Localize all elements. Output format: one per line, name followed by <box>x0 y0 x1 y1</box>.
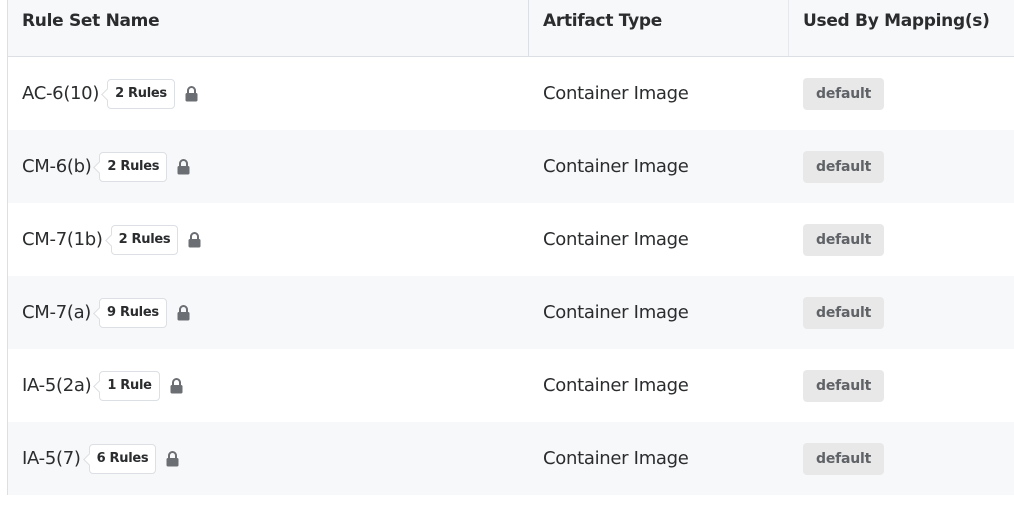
rule-set-name[interactable]: CM-7(1b) <box>22 229 103 250</box>
mapping-cell: default <box>789 130 1014 203</box>
rule-set-name-cell: CM-6(b) 2 Rules <box>8 130 529 203</box>
artifact-type-cell: Container Image <box>529 203 789 276</box>
rule-set-name[interactable]: IA-5(7) <box>22 448 81 469</box>
rule-count-badge: 2 Rules <box>99 151 168 182</box>
table-row[interactable]: AC-6(10) 2 Rules Container Image default <box>8 57 1014 130</box>
artifact-type: Container Image <box>543 229 689 250</box>
rule-set-name-cell: CM-7(1b) 2 Rules <box>8 203 529 276</box>
rule-sets-table: Rule Set Name Artifact Type Used By Mapp… <box>7 0 1014 495</box>
mapping-cell: default <box>789 57 1014 130</box>
rule-set-name[interactable]: CM-7(a) <box>22 302 91 323</box>
column-header-rule-set-name[interactable]: Rule Set Name <box>8 0 529 56</box>
table-body: AC-6(10) 2 Rules Container Image default… <box>8 57 1014 495</box>
artifact-type: Container Image <box>543 83 689 104</box>
table-row[interactable]: CM-7(a) 9 Rules Container Image default <box>8 276 1014 349</box>
table-header: Rule Set Name Artifact Type Used By Mapp… <box>8 0 1014 57</box>
lock-icon <box>170 377 183 394</box>
mapping-badge[interactable]: default <box>803 150 885 183</box>
rule-count-badge: 9 Rules <box>99 297 167 328</box>
mapping-badge[interactable]: default <box>803 369 885 402</box>
rule-count-badge: 2 Rules <box>107 78 175 109</box>
mapping-cell: default <box>789 422 1014 495</box>
table-row[interactable]: IA-5(2a) 1 Rule Container Image default <box>8 349 1014 422</box>
lock-icon <box>177 158 190 175</box>
rule-set-name-cell: IA-5(7) 6 Rules <box>8 422 529 495</box>
column-header-artifact-type[interactable]: Artifact Type <box>529 0 789 56</box>
artifact-type-cell: Container Image <box>529 57 789 130</box>
column-header-used-by-mappings[interactable]: Used By Mapping(s) <box>789 0 1014 56</box>
lock-icon <box>185 85 198 102</box>
rule-set-name[interactable]: IA-5(2a) <box>22 375 92 396</box>
lock-icon <box>166 450 179 467</box>
mapping-badge[interactable]: default <box>803 77 885 110</box>
artifact-type-cell: Container Image <box>529 422 789 495</box>
mapping-badge[interactable]: default <box>803 442 885 475</box>
mapping-badge[interactable]: default <box>803 296 885 329</box>
artifact-type-cell: Container Image <box>529 130 789 203</box>
rule-set-name[interactable]: AC-6(10) <box>22 83 99 104</box>
artifact-type: Container Image <box>543 448 689 469</box>
table-row[interactable]: CM-7(1b) 2 Rules Container Image default <box>8 203 1014 276</box>
table-row[interactable]: CM-6(b) 2 Rules Container Image default <box>8 130 1014 203</box>
artifact-type: Container Image <box>543 375 689 396</box>
mapping-cell: default <box>789 276 1014 349</box>
artifact-type-cell: Container Image <box>529 276 789 349</box>
lock-icon <box>188 231 201 248</box>
mapping-cell: default <box>789 349 1014 422</box>
rule-count-badge: 1 Rule <box>99 370 160 401</box>
rule-count-badge: 6 Rules <box>88 443 157 474</box>
rule-count-badge: 2 Rules <box>110 224 179 255</box>
rule-set-name-cell: IA-5(2a) 1 Rule <box>8 349 529 422</box>
table-row[interactable]: IA-5(7) 6 Rules Container Image default <box>8 422 1014 495</box>
rule-set-name-cell: CM-7(a) 9 Rules <box>8 276 529 349</box>
artifact-type: Container Image <box>543 302 689 323</box>
mapping-badge[interactable]: default <box>803 223 885 256</box>
rule-set-name[interactable]: CM-6(b) <box>22 156 92 177</box>
mapping-cell: default <box>789 203 1014 276</box>
rule-set-name-cell: AC-6(10) 2 Rules <box>8 57 529 130</box>
artifact-type: Container Image <box>543 156 689 177</box>
artifact-type-cell: Container Image <box>529 349 789 422</box>
lock-icon <box>177 304 190 321</box>
